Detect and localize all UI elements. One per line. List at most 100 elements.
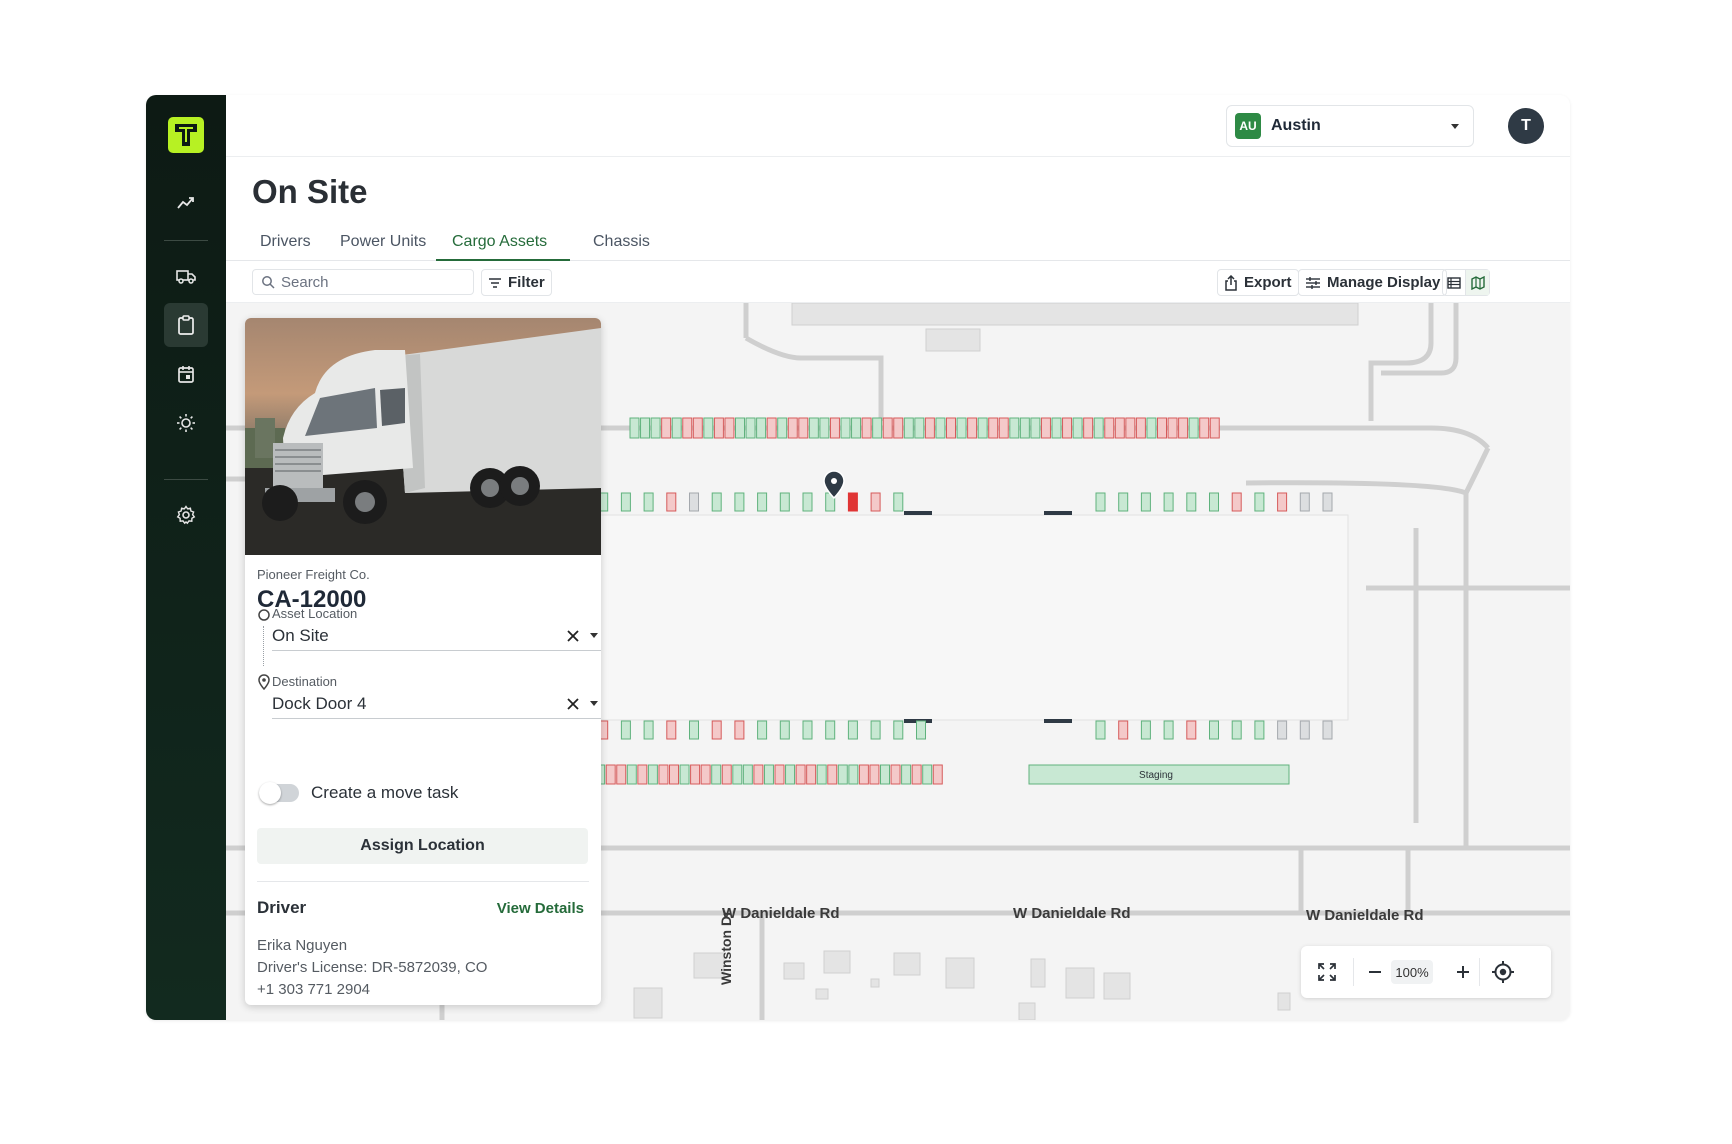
- parking-slot[interactable]: [1095, 720, 1106, 740]
- parking-slot[interactable]: [1118, 720, 1129, 740]
- parking-slot[interactable]: [795, 764, 806, 785]
- parking-slot[interactable]: [669, 764, 679, 785]
- tab-power-units[interactable]: Power Units: [324, 229, 442, 261]
- parking-slot[interactable]: [1186, 720, 1197, 740]
- parking-slot[interactable]: [629, 417, 640, 439]
- parking-slot[interactable]: [837, 764, 848, 785]
- parking-slot[interactable]: [1163, 720, 1174, 740]
- asset-location-select[interactable]: On Site: [272, 621, 601, 651]
- parking-slot[interactable]: [1072, 417, 1083, 439]
- parking-slot[interactable]: [911, 764, 922, 785]
- parking-slot[interactable]: [700, 764, 711, 785]
- parking-slot[interactable]: [806, 764, 817, 785]
- parking-slot[interactable]: [916, 720, 926, 740]
- tab-drivers[interactable]: Drivers: [244, 229, 327, 261]
- parking-slot[interactable]: [643, 492, 654, 512]
- parking-slot[interactable]: [829, 417, 840, 439]
- parking-slot[interactable]: [643, 720, 654, 740]
- parking-slot[interactable]: [661, 417, 672, 439]
- list-view-button[interactable]: [1443, 270, 1467, 295]
- parking-slot[interactable]: [1104, 417, 1115, 439]
- parking-slot[interactable]: [901, 764, 912, 785]
- parking-slot[interactable]: [626, 764, 637, 785]
- parking-slot[interactable]: [922, 764, 933, 785]
- parking-slot[interactable]: [779, 492, 790, 512]
- parking-slot[interactable]: [914, 417, 925, 439]
- manage-display-button[interactable]: Manage Display: [1298, 269, 1448, 296]
- parking-slot[interactable]: [977, 417, 988, 439]
- parking-slot[interactable]: [1125, 417, 1136, 439]
- parking-slot[interactable]: [1254, 492, 1265, 512]
- parking-slot[interactable]: [689, 720, 699, 740]
- parking-slot[interactable]: [858, 764, 869, 785]
- parking-slot[interactable]: [679, 764, 690, 785]
- parking-slot[interactable]: [861, 417, 872, 439]
- parking-slot[interactable]: [816, 764, 827, 785]
- sidebar-item-settings[interactable]: [164, 493, 208, 537]
- parking-slot[interactable]: [1231, 720, 1242, 740]
- parking-slot[interactable]: [847, 492, 858, 512]
- parking-slot[interactable]: [988, 417, 999, 439]
- tab-chassis[interactable]: Chassis: [577, 229, 666, 261]
- parking-slot[interactable]: [1140, 720, 1151, 740]
- parking-slot[interactable]: [774, 764, 785, 785]
- parking-slot[interactable]: [1146, 417, 1157, 439]
- parking-slot[interactable]: [753, 764, 764, 785]
- parking-slot[interactable]: [870, 720, 881, 740]
- parking-slot[interactable]: [742, 764, 753, 785]
- parking-slot[interactable]: [825, 720, 836, 740]
- parking-slot[interactable]: [827, 764, 838, 785]
- locate-button[interactable]: [1489, 958, 1517, 986]
- parking-slot[interactable]: [1188, 417, 1199, 439]
- parking-slot[interactable]: [946, 417, 956, 439]
- parking-slot[interactable]: [763, 764, 774, 785]
- parking-slot[interactable]: [689, 492, 699, 512]
- app-logo[interactable]: [168, 117, 204, 153]
- parking-slot[interactable]: [711, 720, 722, 740]
- location-select[interactable]: AU Austin: [1226, 105, 1474, 147]
- parking-slot[interactable]: [872, 417, 883, 439]
- parking-slot[interactable]: [1009, 417, 1020, 439]
- parking-slot[interactable]: [779, 720, 790, 740]
- view-details-link[interactable]: View Details: [497, 900, 584, 917]
- parking-slot[interactable]: [757, 492, 768, 512]
- parking-slot[interactable]: [734, 720, 745, 740]
- parking-slot[interactable]: [1299, 492, 1310, 512]
- parking-slot[interactable]: [735, 417, 745, 439]
- parking-slot[interactable]: [1030, 417, 1041, 439]
- parking-slot[interactable]: [1209, 492, 1219, 512]
- parking-slot[interactable]: [787, 417, 798, 439]
- parking-slot[interactable]: [1118, 492, 1129, 512]
- parking-slot[interactable]: [848, 764, 859, 785]
- parking-slot[interactable]: [1163, 492, 1174, 512]
- move-task-toggle[interactable]: [259, 782, 299, 804]
- parking-slot[interactable]: [647, 764, 658, 785]
- parking-slot[interactable]: [1231, 492, 1242, 512]
- parking-slot[interactable]: [1114, 417, 1125, 439]
- assign-location-button[interactable]: Assign Location: [257, 828, 588, 864]
- close-icon[interactable]: [566, 629, 580, 643]
- parking-slot[interactable]: [893, 720, 904, 740]
- parking-slot[interactable]: [851, 417, 862, 439]
- parking-slot[interactable]: [1209, 417, 1220, 439]
- parking-slot[interactable]: [932, 764, 943, 785]
- parking-slot[interactable]: [893, 492, 904, 512]
- parking-slot[interactable]: [802, 492, 813, 512]
- parking-slot[interactable]: [640, 417, 651, 439]
- parking-slot[interactable]: [967, 417, 978, 439]
- parking-slot[interactable]: [903, 417, 914, 439]
- sidebar-item-analytics[interactable]: [164, 181, 208, 225]
- sidebar-item-cargo[interactable]: [164, 303, 208, 347]
- parking-slot[interactable]: [1040, 417, 1051, 439]
- parking-slot[interactable]: [732, 764, 743, 785]
- parking-slot[interactable]: [650, 417, 661, 439]
- parking-slot[interactable]: [605, 764, 616, 785]
- parking-slot[interactable]: [808, 417, 819, 439]
- sidebar-item-trucks[interactable]: [164, 254, 208, 298]
- parking-slot[interactable]: [711, 492, 722, 512]
- parking-slot[interactable]: [1157, 417, 1167, 439]
- parking-slot[interactable]: [1199, 417, 1210, 439]
- sidebar-item-brightness[interactable]: [164, 401, 208, 445]
- parking-slot[interactable]: [1186, 492, 1197, 512]
- chevron-down-icon[interactable]: [590, 633, 598, 638]
